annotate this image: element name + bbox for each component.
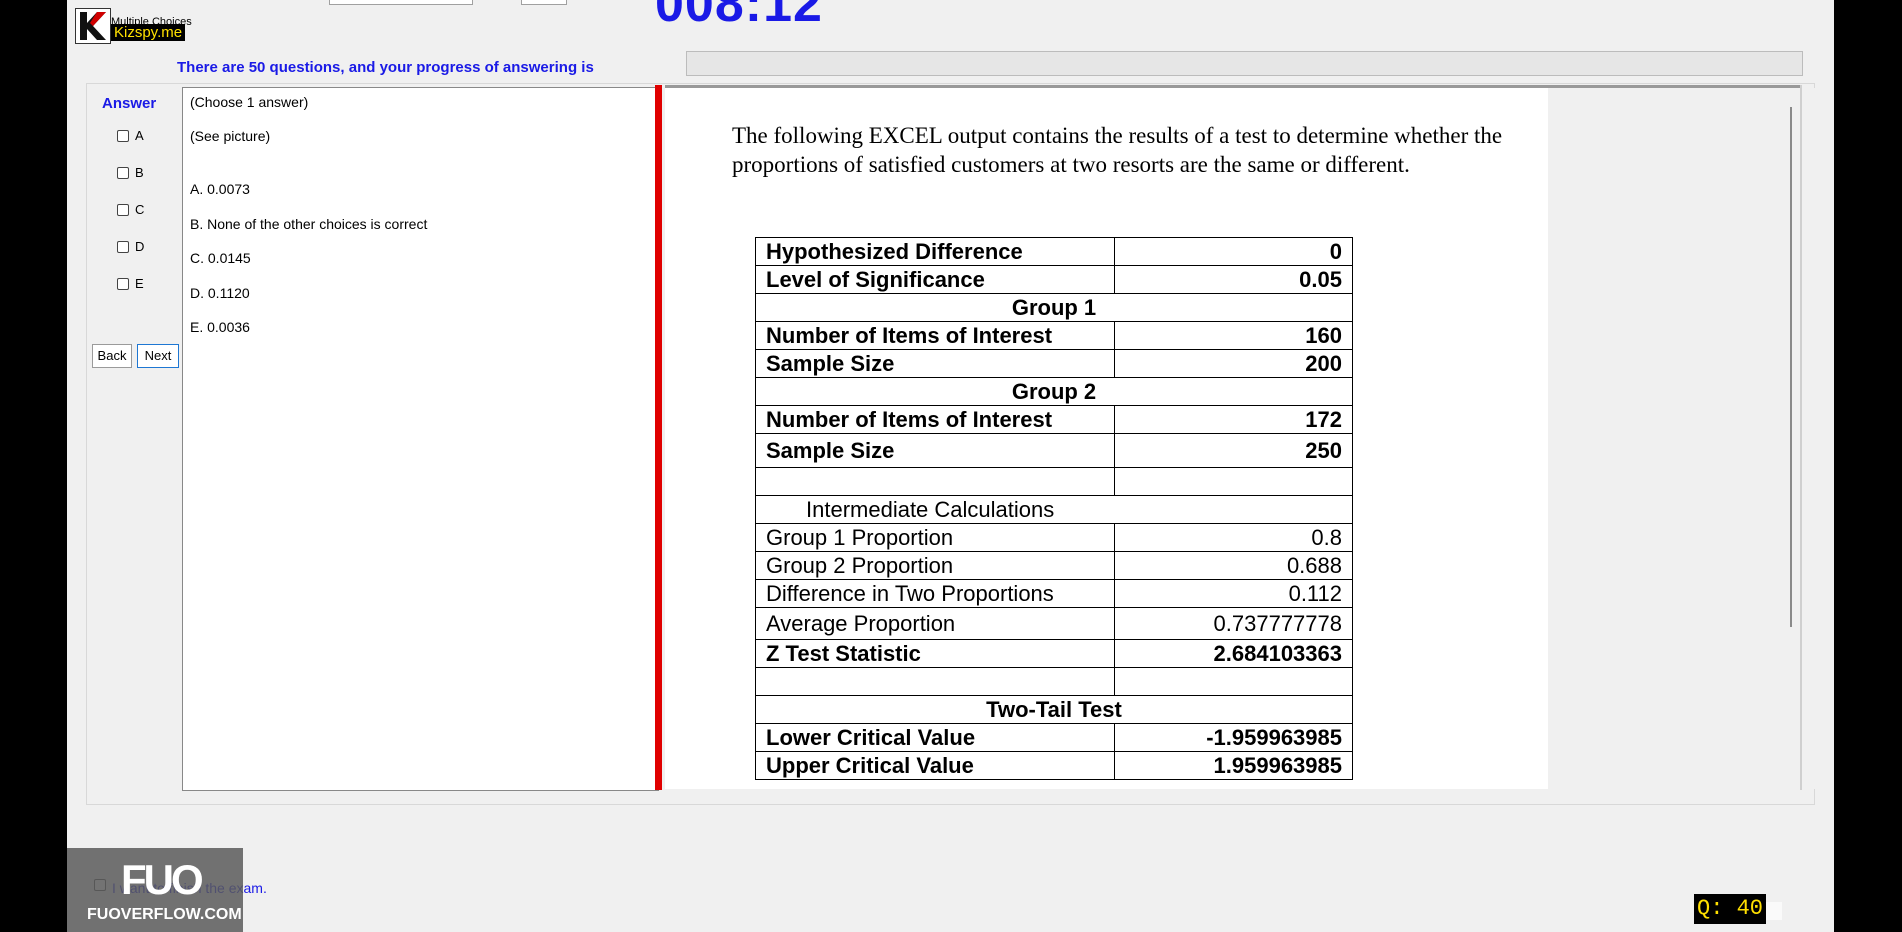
- table-row: Hypothesized Difference 0: [755, 237, 1353, 266]
- table-empty-cell: [755, 667, 1115, 696]
- question-counter: Q: 40: [1694, 894, 1767, 924]
- table-value: -1.959963985: [1114, 723, 1353, 752]
- table-row: Group 1: [755, 293, 1353, 322]
- table-row: Group 2: [755, 377, 1353, 406]
- next-button[interactable]: Next: [137, 344, 179, 368]
- answer-option-c[interactable]: C: [117, 202, 144, 217]
- scrollbar[interactable]: [1790, 107, 1792, 627]
- choice-c: C. 0.0145: [190, 250, 251, 266]
- answer-option-label: B: [135, 165, 144, 180]
- table-label: Lower Critical Value: [755, 723, 1115, 752]
- table-value: 1.959963985: [1114, 751, 1353, 780]
- table-row: Two-Tail Test: [755, 695, 1353, 724]
- answer-option-label: C: [135, 202, 145, 217]
- answer-title: Answer: [102, 95, 157, 112]
- table-value: 200: [1114, 349, 1353, 378]
- table-value: 172: [1114, 405, 1353, 434]
- table-row: [755, 667, 1353, 696]
- progress-text: There are 50 questions, and your progres…: [177, 59, 594, 76]
- progress-bar: [686, 51, 1803, 76]
- answer-option-d[interactable]: D: [117, 239, 144, 254]
- table-label: Upper Critical Value: [755, 751, 1115, 780]
- table-label: Number of Items of Interest: [755, 405, 1115, 434]
- table-row: Sample Size 250: [755, 433, 1353, 468]
- panel-splitter[interactable]: [655, 85, 662, 790]
- watermark-text: FUOVERFLOW.COM: [87, 906, 242, 923]
- table-value: 2.684103363: [1114, 639, 1353, 668]
- table-value: 0.112: [1114, 579, 1353, 608]
- answer-option-a[interactable]: A: [117, 128, 144, 143]
- table-row: Intermediate Calculations: [755, 495, 1353, 524]
- table-row: Lower Critical Value -1.959963985: [755, 723, 1353, 752]
- fuoverflow-watermark: FUO FUOVERFLOW.COM: [67, 848, 243, 932]
- table-empty-cell: [755, 467, 1115, 496]
- checkbox-e[interactable]: [117, 277, 129, 290]
- question-instruction: (Choose 1 answer): [190, 94, 309, 110]
- choice-b: B. None of the other choices is correct: [190, 216, 428, 232]
- choice-a: A. 0.0073: [190, 181, 250, 197]
- timer: 008:12: [655, 0, 823, 33]
- table-row: Z Test Statistic 2.684103363: [755, 639, 1353, 668]
- choice-e: E. 0.0036: [190, 319, 250, 335]
- table-label: Hypothesized Difference: [755, 237, 1115, 266]
- table-row: Group 1 Proportion 0.8: [755, 523, 1353, 552]
- table-section-header: Group 1: [755, 293, 1353, 322]
- answer-option-e[interactable]: E: [117, 276, 144, 291]
- table-value: 160: [1114, 321, 1353, 350]
- table-row: [755, 467, 1353, 496]
- table-section-header: Two-Tail Test: [755, 695, 1353, 724]
- back-button[interactable]: Back: [92, 344, 132, 368]
- answer-option-label: E: [135, 276, 144, 291]
- scroll-rail: [1800, 85, 1802, 790]
- checkbox-a[interactable]: [117, 129, 129, 142]
- table-row: Number of Items of Interest 172: [755, 405, 1353, 434]
- table-row: Level of Significance 0.05: [755, 265, 1353, 294]
- top-cutoff-field-small[interactable]: [521, 0, 567, 5]
- answer-option-label: A: [135, 128, 144, 143]
- table-value: 0.8: [1114, 523, 1353, 552]
- checkbox-d[interactable]: [117, 240, 129, 253]
- table-label: Level of Significance: [755, 265, 1115, 294]
- table-value: 0: [1114, 237, 1353, 266]
- table-label: Group 1 Proportion: [755, 523, 1115, 552]
- table-row: Upper Critical Value 1.959963985: [755, 751, 1353, 780]
- table-value: 250: [1114, 433, 1353, 468]
- table-label: Group 2 Proportion: [755, 551, 1115, 580]
- table-label: Average Proportion: [755, 607, 1115, 640]
- table-clip: Hypothesized Difference 0 Level of Signif…: [665, 88, 1548, 789]
- table-row: Group 2 Proportion 0.688: [755, 551, 1353, 580]
- table-label: Sample Size: [755, 433, 1115, 468]
- question-see-picture: (See picture): [190, 128, 271, 144]
- table-label: Number of Items of Interest: [755, 321, 1115, 350]
- table-row: Average Proportion 0.737777778: [755, 607, 1353, 640]
- watermark-logo: FUO: [121, 856, 204, 903]
- table-row: Sample Size 200: [755, 349, 1353, 378]
- table-empty-cell: [1114, 667, 1353, 696]
- checkbox-c[interactable]: [117, 203, 129, 216]
- table-row: Number of Items of Interest 160: [755, 321, 1353, 350]
- table-label: Difference in Two Proportions: [755, 579, 1115, 608]
- checkbox-b[interactable]: [117, 166, 129, 179]
- table-section-header: Group 2: [755, 377, 1353, 406]
- question-panel: [182, 87, 659, 791]
- kizspy-logo-icon: [75, 8, 111, 44]
- top-cutoff-field[interactable]: [329, 0, 473, 5]
- excel-output-table: Hypothesized Difference 0 Level of Signif…: [755, 237, 1353, 780]
- table-value: 0.688: [1114, 551, 1353, 580]
- answer-option-b[interactable]: B: [117, 165, 144, 180]
- table-section-header: Intermediate Calculations: [755, 495, 1353, 524]
- table-value: 0.05: [1114, 265, 1353, 294]
- table-row: Difference in Two Proportions 0.112: [755, 579, 1353, 608]
- answer-option-label: D: [135, 239, 145, 254]
- table-value: 0.737777778: [1114, 607, 1353, 640]
- table-label: Z Test Statistic: [755, 639, 1115, 668]
- table-label: Sample Size: [755, 349, 1115, 378]
- choice-d: D. 0.1120: [190, 285, 250, 301]
- table-empty-cell: [1114, 467, 1353, 496]
- kizspy-label: Kizspy.me: [111, 24, 186, 41]
